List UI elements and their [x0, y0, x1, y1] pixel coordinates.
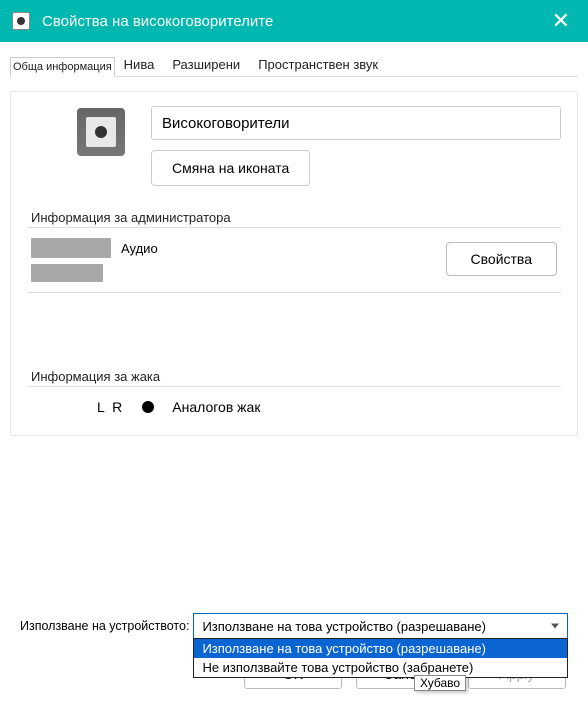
- redacted-vendor: [31, 238, 111, 258]
- device-usage-select[interactable]: Използване на това устройство (разрешава…: [193, 613, 568, 639]
- general-panel: Смяна на иконата Информация за администр…: [10, 91, 578, 436]
- device-icon: [77, 108, 125, 156]
- device-usage-row: Използване на устройството: Използване н…: [20, 613, 568, 639]
- admin-line1-suffix: Аудио: [121, 241, 158, 256]
- usage-option-disable[interactable]: Не използвайте това устройство (забранет…: [194, 658, 567, 677]
- titlebar: Свойства на високоговорителите ✕: [0, 0, 588, 42]
- speaker-icon: [86, 117, 116, 147]
- properties-button[interactable]: Свойства: [446, 242, 557, 276]
- device-usage-selected: Използване на това устройство (разрешава…: [202, 619, 486, 634]
- close-icon[interactable]: ✕: [546, 8, 576, 34]
- admin-group: Аудио Свойства: [27, 227, 561, 293]
- device-usage-label: Използване на устройството:: [20, 619, 189, 633]
- tab-spatial[interactable]: Пространствен звук: [249, 52, 387, 77]
- tab-levels[interactable]: Нива: [115, 52, 164, 77]
- device-usage-dropdown: Използване на това устройство (разрешава…: [193, 638, 568, 678]
- tab-bar: Обща информация Нива Разширени Пространс…: [10, 52, 578, 77]
- jack-type-label: Аналогов жак: [172, 399, 260, 415]
- admin-group-label: Информация за администратора: [27, 210, 561, 225]
- redacted-driver: [31, 264, 103, 282]
- usage-option-enable[interactable]: Използване на това устройство (разрешава…: [194, 639, 567, 658]
- jack-dot-icon: [142, 401, 154, 413]
- jack-group: L R Аналогов жак: [27, 386, 561, 421]
- content-area: Обща информация Нива Разширени Пространс…: [0, 42, 588, 464]
- tab-general[interactable]: Обща информация: [10, 57, 115, 77]
- change-icon-button[interactable]: Смяна на иконата: [151, 150, 310, 186]
- window-icon: [12, 12, 30, 30]
- tab-advanced[interactable]: Разширени: [163, 52, 249, 77]
- jack-lr-label: L R: [97, 399, 124, 415]
- window-title: Свойства на високоговорителите: [42, 13, 546, 30]
- device-name-input[interactable]: [151, 106, 561, 140]
- jack-group-label: Информация за жака: [27, 369, 561, 384]
- tooltip: Хубаво: [414, 675, 466, 691]
